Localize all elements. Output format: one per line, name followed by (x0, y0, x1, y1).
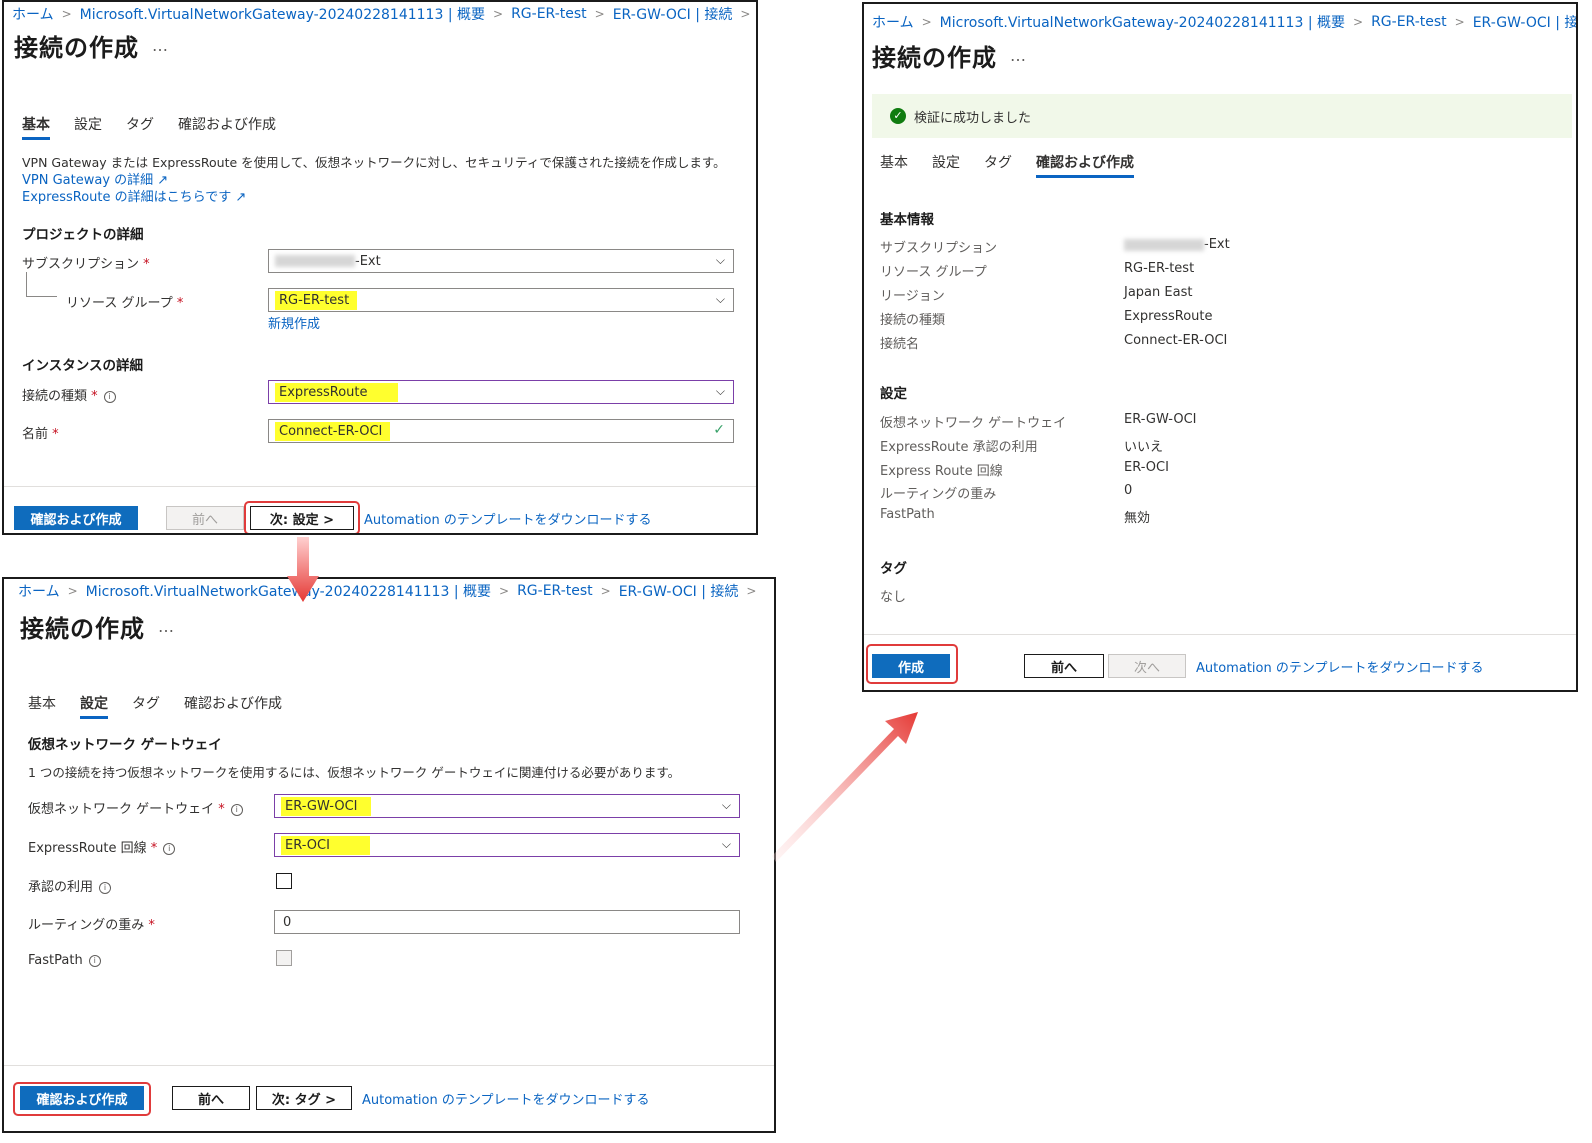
diagonal-arrow (772, 712, 918, 862)
flow-arrows (287, 537, 918, 862)
down-arrow (287, 537, 319, 602)
